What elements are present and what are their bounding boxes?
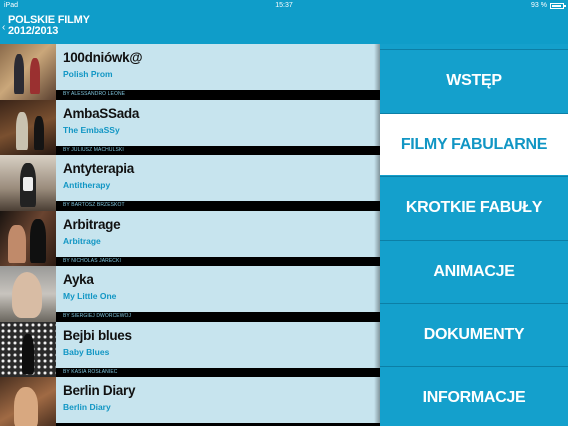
film-title: Bejbi blues: [63, 327, 132, 343]
film-subtitle: Polish Prom: [63, 69, 113, 79]
film-info: Berlin Diary Berlin Diary: [56, 377, 380, 423]
film-subtitle: Arbitrage: [63, 235, 101, 246]
film-thumbnail: [0, 99, 56, 155]
menu-item-wstep[interactable]: WSTĘP: [380, 49, 568, 111]
menu-item-informacje[interactable]: INFORMACJE: [380, 366, 568, 426]
film-title: Ayka: [63, 272, 94, 287]
film-info: Arbitrage Arbitrage: [56, 210, 380, 257]
film-info: Antyterapia Antitherapy: [56, 155, 380, 201]
menu-item-dokumenty[interactable]: DOKUMENTY: [380, 303, 568, 365]
menu-item-filmy-fabularne[interactable]: FILMY FABULARNE: [380, 113, 568, 175]
film-info: Ayka My Little One: [56, 266, 380, 312]
film-title: Berlin Diary: [63, 383, 136, 398]
film-title: 100dniówk@: [63, 50, 143, 65]
film-thumbnail: [0, 266, 56, 322]
film-row[interactable]: AmbaSSada The EmbaSSy BY JULIUSZ MACHULS…: [0, 99, 380, 155]
page-title[interactable]: POLSKIE FILMY 2012/2013: [8, 15, 90, 37]
film-info: Bejbi blues Baby Blues: [56, 321, 380, 368]
film-director-bar: BY SIERGIEJ DWORCEWOJ: [56, 312, 380, 322]
battery-fill: [552, 5, 561, 7]
film-thumbnail: [0, 321, 56, 377]
film-director: BY NICHOLAS JARECKI: [63, 257, 121, 264]
film-director: BY BARTOSZ BRZESKOT: [63, 202, 125, 208]
film-subtitle: My Little One: [63, 291, 117, 301]
film-director: BY KASIA ROSŁANIEC: [63, 368, 118, 375]
film-title: Arbitrage: [63, 216, 121, 232]
film-title: Antyterapia: [63, 161, 134, 176]
film-row[interactable]: 100dniówk@ Polish Prom BY ALESSANDRO LEO…: [0, 44, 380, 100]
battery-percent: 93 %: [531, 2, 547, 9]
film-thumbnail: [0, 377, 56, 426]
film-director: BY SIERGIEJ DWORCEWOJ: [63, 313, 132, 319]
film-info: AmbaSSada The EmbaSSy: [56, 99, 380, 146]
menu-item-krotkie-fabuly[interactable]: KROTKIE FABUŁY: [380, 176, 568, 238]
film-director-bar: BY BARTOSZ BRZESKOT: [56, 201, 380, 211]
film-row[interactable]: Bejbi blues Baby Blues BY KASIA ROSŁANIE…: [0, 321, 380, 377]
film-list[interactable]: 100dniówk@ Polish Prom BY ALESSANDRO LEO…: [0, 44, 380, 426]
film-row[interactable]: Ayka My Little One BY SIERGIEJ DWORCEWOJ: [0, 266, 380, 322]
menu-item-animacje[interactable]: ANIMACJE: [380, 240, 568, 302]
film-subtitle: Antitherapy: [63, 180, 111, 190]
film-director: BY JULIUSZ MACHULSKI: [63, 146, 124, 153]
film-subtitle: Berlin Diary: [63, 402, 111, 412]
film-row[interactable]: Berlin Diary Berlin Diary: [0, 377, 380, 426]
status-time: 15:37: [275, 2, 293, 9]
film-row[interactable]: Arbitrage Arbitrage BY NICHOLAS JARECKI: [0, 210, 380, 266]
film-subtitle: The EmbaSSy: [63, 124, 120, 135]
film-thumbnail: [0, 155, 56, 211]
battery-icon: [550, 3, 566, 9]
film-info: 100dniówk@ Polish Prom: [56, 44, 380, 90]
battery-status: 93 %: [531, 0, 566, 12]
app-header: ‹ POLSKIE FILMY 2012/2013: [0, 12, 568, 44]
film-title: AmbaSSada: [63, 105, 140, 121]
film-director-bar: BY NICHOLAS JARECKI: [56, 256, 380, 266]
category-menu: WSTĘP FILMY FABULARNE KROTKIE FABUŁY ANI…: [374, 44, 568, 426]
film-thumbnail: [0, 210, 56, 266]
film-director-bar: BY KASIA ROSŁANIEC: [56, 367, 380, 377]
film-director-bar: BY JULIUSZ MACHULSKI: [56, 145, 380, 155]
film-thumbnail: [0, 44, 56, 100]
page-title-line2: 2012/2013: [8, 25, 59, 37]
film-row[interactable]: Antyterapia Antitherapy BY BARTOSZ BRZES…: [0, 155, 380, 211]
film-director: BY ALESSANDRO LEONE: [63, 91, 126, 97]
status-bar: iPad 15:37 93 %: [0, 0, 568, 12]
film-director-bar: BY ALESSANDRO LEONE: [56, 90, 380, 100]
film-subtitle: Baby Blues: [63, 346, 110, 357]
